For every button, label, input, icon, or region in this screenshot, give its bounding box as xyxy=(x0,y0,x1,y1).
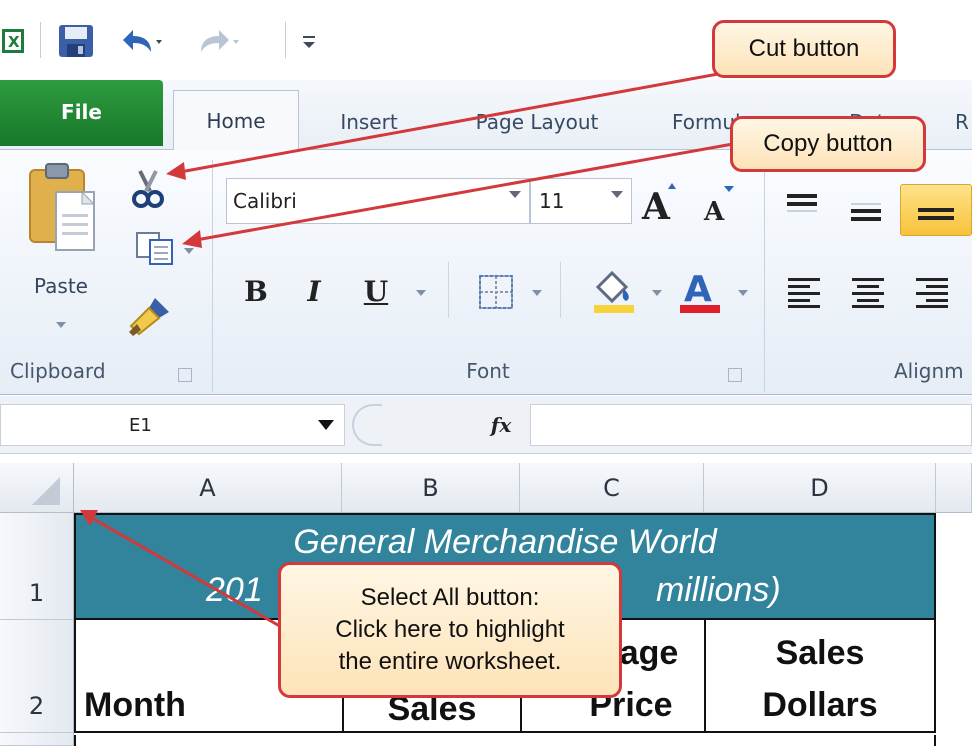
borders-button[interactable] xyxy=(474,270,518,314)
ribbon-home: Paste Clipboard Calibri 11 A A B I U A F… xyxy=(0,150,972,395)
top-align-icon xyxy=(787,194,817,212)
redo-icon[interactable] xyxy=(198,24,244,58)
decrease-font-size-button[interactable]: A xyxy=(700,180,740,226)
increase-font-size-button[interactable]: A xyxy=(640,176,680,226)
copy-button-callout: Copy button xyxy=(730,116,926,172)
paste-dropdown-arrow[interactable] xyxy=(56,322,66,328)
clipboard-dialog-launcher[interactable] xyxy=(178,368,192,382)
tab-home[interactable]: Home xyxy=(173,90,299,151)
align-center-button[interactable] xyxy=(846,272,890,312)
tab-file[interactable]: File xyxy=(0,80,163,146)
paste-label: Paste xyxy=(34,274,88,298)
select-all-callout-line-3: the entire worksheet. xyxy=(338,648,562,675)
select-all-callout-line-1: Select All button: xyxy=(360,584,540,611)
undo-icon[interactable] xyxy=(118,24,164,58)
tab-review[interactable]: R xyxy=(955,94,972,150)
underline-button[interactable]: U xyxy=(356,268,396,314)
select-all-triangle-icon xyxy=(32,477,60,505)
name-box-value: E1 xyxy=(129,414,152,436)
select-all-button[interactable] xyxy=(0,463,74,513)
align-center-icon xyxy=(852,278,884,308)
underline-dropdown-arrow[interactable] xyxy=(416,290,426,296)
paint-bucket-icon xyxy=(594,270,634,313)
column-header-c[interactable]: C xyxy=(520,463,704,513)
paintbrush-icon xyxy=(129,298,169,336)
clipboard-group-label: Clipboard xyxy=(10,359,106,383)
font-color-icon: A xyxy=(680,269,720,313)
svg-text:X: X xyxy=(8,33,20,51)
row-3-cells xyxy=(74,735,936,746)
select-all-callout: Select All button: Click here to highlig… xyxy=(278,562,622,698)
borders-dropdown-arrow[interactable] xyxy=(532,290,542,296)
font-size-combo[interactable]: 11 xyxy=(530,178,632,224)
copy-dropdown-arrow[interactable] xyxy=(184,248,194,254)
fill-color-dropdown-arrow[interactable] xyxy=(652,290,662,296)
fill-color-button[interactable] xyxy=(590,264,638,316)
svg-text:A: A xyxy=(703,197,725,224)
cut-button-callout: Cut button xyxy=(712,20,896,78)
excel-icon: X xyxy=(0,24,26,58)
formula-bar: E1 fx xyxy=(0,396,972,454)
middle-align-button[interactable] xyxy=(846,194,886,230)
svg-text:A: A xyxy=(684,269,712,310)
insert-function-icon[interactable]: fx xyxy=(484,408,518,442)
name-box[interactable]: E1 xyxy=(0,404,345,446)
column-header-e[interactable] xyxy=(936,463,972,513)
paste-button[interactable]: Paste xyxy=(16,160,106,340)
shrink-font-icon: A xyxy=(703,186,734,224)
column-header-d[interactable]: D xyxy=(704,463,936,513)
font-name-value: Calibri xyxy=(233,189,297,213)
copy-button[interactable] xyxy=(122,228,194,268)
font-color-dropdown-arrow[interactable] xyxy=(738,290,748,296)
row-header-1[interactable]: 1 xyxy=(0,513,74,620)
bottom-align-button[interactable] xyxy=(900,184,972,236)
font-dialog-launcher[interactable] xyxy=(728,368,742,382)
row-header-2[interactable]: 2 xyxy=(0,620,74,733)
name-box-dropdown-arrow[interactable] xyxy=(318,420,334,430)
format-painter-button[interactable] xyxy=(122,290,178,342)
svg-text:A: A xyxy=(641,186,671,223)
align-right-icon xyxy=(916,278,948,308)
font-group-label: Font xyxy=(466,359,510,383)
tab-page-layout[interactable]: Page Layout xyxy=(450,94,624,150)
customize-toolbar-icon[interactable] xyxy=(297,24,321,58)
alignment-group-label: Alignm xyxy=(894,359,964,383)
title-line-1: General Merchandise World xyxy=(293,523,717,561)
column-header-b[interactable]: B xyxy=(342,463,520,513)
bold-button[interactable]: B xyxy=(236,268,276,314)
select-all-callout-line-2: Click here to highlight xyxy=(335,616,565,643)
align-left-button[interactable] xyxy=(782,272,826,312)
font-name-combo[interactable]: Calibri xyxy=(226,178,530,224)
formula-input[interactable] xyxy=(530,404,972,446)
grow-font-icon: A xyxy=(641,183,676,223)
cut-button[interactable] xyxy=(128,166,168,212)
copy-icon xyxy=(136,232,173,265)
cell-d2-text-bottom: Dollars xyxy=(762,686,878,724)
borders-icon xyxy=(479,275,513,309)
formula-bar-splitter[interactable] xyxy=(352,404,382,446)
cell-d2[interactable]: Sales Dollars xyxy=(704,620,936,733)
align-right-button[interactable] xyxy=(910,272,954,312)
scissors-icon xyxy=(132,170,164,208)
top-align-button[interactable] xyxy=(782,188,822,220)
tab-insert[interactable]: Insert xyxy=(326,94,412,150)
font-color-button[interactable]: A xyxy=(676,264,724,316)
row-header-3[interactable] xyxy=(0,733,74,746)
column-header-a[interactable]: A xyxy=(74,463,342,513)
bottom-align-icon xyxy=(918,208,954,220)
paste-icon xyxy=(24,160,98,256)
font-size-value: 11 xyxy=(539,189,565,213)
title-line-2-right: millions) xyxy=(656,571,781,609)
align-left-icon xyxy=(788,278,820,308)
save-icon[interactable] xyxy=(54,24,98,58)
italic-button[interactable]: I xyxy=(296,268,332,314)
cell-d2-text-top: Sales xyxy=(775,634,865,672)
middle-align-icon xyxy=(851,203,881,221)
